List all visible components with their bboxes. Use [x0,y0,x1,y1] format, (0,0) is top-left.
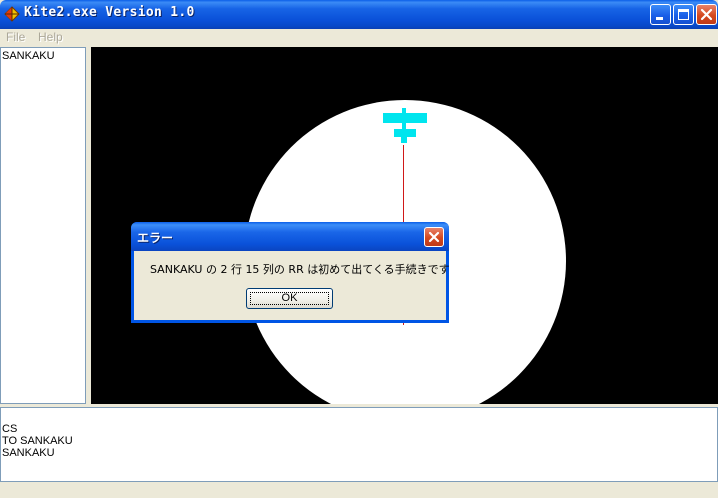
maximize-button[interactable] [673,4,694,25]
kite-app-icon[interactable] [4,6,20,22]
procedure-item[interactable]: SANKAKU [2,50,55,62]
close-icon [700,8,713,21]
maximize-icon [678,9,689,20]
menu-file[interactable]: File [6,30,25,44]
dialog-body: SANKAKU の 2 行 15 列の RR は初めて出てくる手続きです OK [134,251,450,320]
minimize-icon [656,17,663,20]
window-title: Kite2.exe Version 1.0 [24,5,195,20]
dialog-close-button[interactable] [424,227,444,247]
ok-button[interactable]: OK [246,288,333,309]
procedure-list[interactable]: SANKAKU [0,47,86,404]
error-message: SANKAKU の 2 行 15 列の RR は初めて出てくる手続きです [150,263,450,276]
close-button[interactable] [696,4,717,25]
command-line: SANKAKU [2,447,55,459]
minimize-button[interactable] [650,4,671,25]
focus-rectangle [250,292,329,305]
error-dialog: エラー SANKAKU の 2 行 15 列の RR は初めて出てくる手続きです… [131,222,450,323]
title-bar[interactable]: Kite2.exe Version 1.0 [0,0,718,29]
kite-icon [383,108,427,143]
command-area[interactable]: CS TO SANKAKU SANKAKU [0,407,718,482]
command-line: TO SANKAKU [2,435,73,447]
command-line: CS [2,423,18,435]
dialog-title-bar[interactable]: エラー [131,222,449,251]
menu-help[interactable]: Help [38,30,63,44]
close-icon [428,231,440,243]
dialog-title: エラー [137,231,174,245]
menu-bar: File Help [0,29,718,47]
status-bar [0,482,718,498]
